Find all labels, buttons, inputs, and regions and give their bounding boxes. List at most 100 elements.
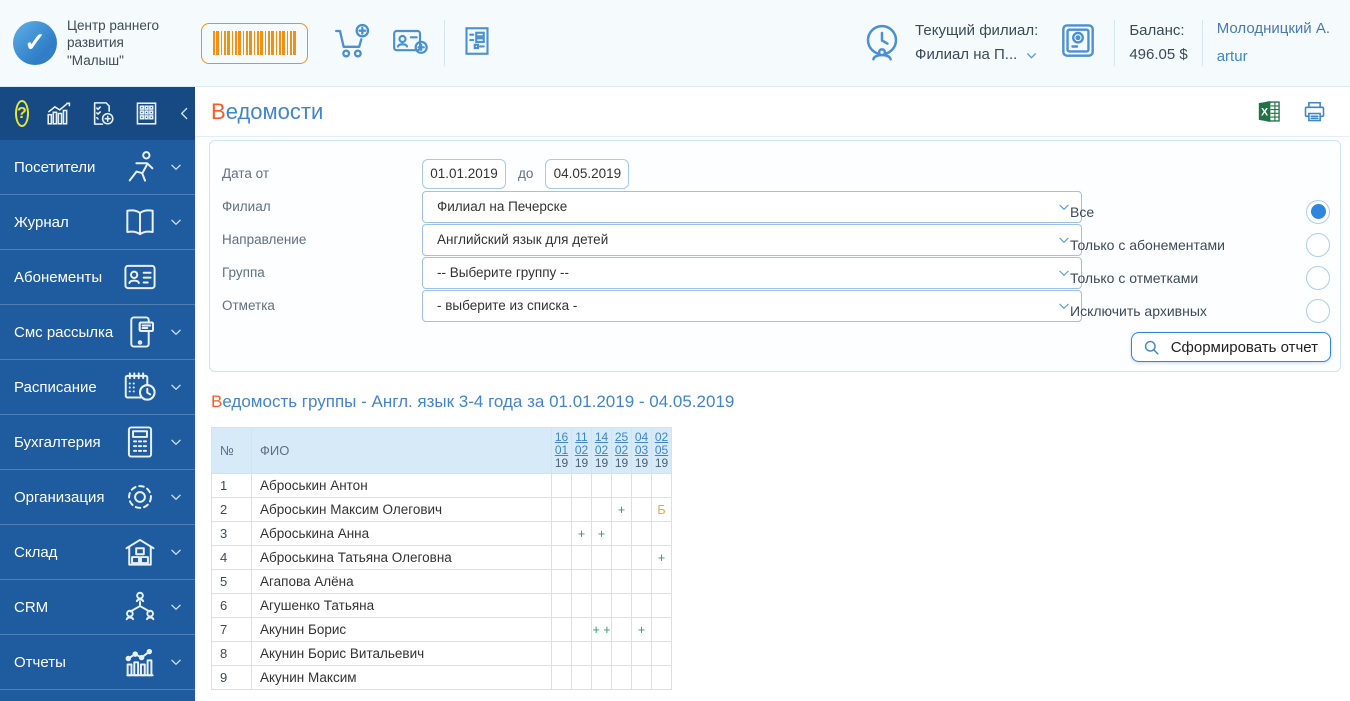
attendance-mark-cell[interactable] xyxy=(611,617,632,642)
sidebar-item-reports[interactable]: Отчеты xyxy=(0,635,195,690)
print-button[interactable] xyxy=(1301,98,1328,125)
attendance-mark-cell[interactable] xyxy=(651,569,672,594)
attendance-mark-cell[interactable] xyxy=(571,545,592,570)
group-select[interactable]: -- Выберите группу -- xyxy=(422,256,1082,289)
filter-radio-1[interactable]: Только с абонементами xyxy=(1070,228,1330,261)
company-button[interactable] xyxy=(132,99,161,128)
gear-icon xyxy=(119,478,161,516)
direction-select[interactable]: Английский язык для детей xyxy=(422,223,1082,256)
attendance-mark-cell[interactable] xyxy=(551,497,572,522)
sidebar-item-visitors[interactable]: Посетители xyxy=(0,140,195,195)
attendance-mark-cell[interactable] xyxy=(611,641,632,666)
attendance-mark-cell[interactable] xyxy=(571,665,592,690)
date-to-input[interactable] xyxy=(545,158,630,189)
attendance-mark-cell[interactable] xyxy=(571,641,592,666)
barcode-button[interactable] xyxy=(201,22,308,64)
generate-report-button[interactable]: Сформировать отчет xyxy=(1130,332,1331,362)
sidebar-item-journal[interactable]: Журнал xyxy=(0,195,195,250)
attendance-mark-cell[interactable] xyxy=(611,593,632,618)
attendance-mark-cell[interactable] xyxy=(571,593,592,618)
attendance-mark-cell[interactable] xyxy=(651,473,672,498)
attendance-mark-cell[interactable] xyxy=(591,593,612,618)
attendance-mark-cell[interactable] xyxy=(631,521,652,546)
export-excel-button[interactable]: X xyxy=(1256,98,1283,125)
attendance-mark-cell[interactable] xyxy=(631,497,652,522)
radio-unselected-icon[interactable] xyxy=(1306,265,1330,290)
attendance-mark-cell[interactable]: + xyxy=(631,617,652,642)
filter-radio-0[interactable]: Все xyxy=(1070,195,1330,228)
date-from-input[interactable] xyxy=(422,158,506,189)
attendance-mark-cell[interactable] xyxy=(631,665,652,690)
attendance-mark-cell[interactable] xyxy=(551,521,572,546)
mark-select[interactable]: - выберите из списка - xyxy=(422,289,1082,322)
attendance-mark-cell[interactable] xyxy=(571,473,592,498)
attendance-mark-cell[interactable]: Б xyxy=(651,497,672,522)
attendance-mark-cell[interactable] xyxy=(611,665,632,690)
table-row: 7 Акунин Борис + + + xyxy=(211,617,672,642)
sidebar-collapse-button[interactable] xyxy=(176,105,193,122)
attendance-mark-cell[interactable] xyxy=(571,569,592,594)
date-year: 19 xyxy=(574,456,589,470)
sidebar-item-sms[interactable]: Смс рассылка xyxy=(0,305,195,360)
form-document-button[interactable] xyxy=(459,23,495,64)
sidebar-item-schedule[interactable]: Расписание xyxy=(0,360,195,415)
attendance-mark-cell[interactable]: + + xyxy=(591,617,612,642)
attendance-mark-cell[interactable] xyxy=(651,665,672,690)
branch-select[interactable]: Филиал на Печерске xyxy=(422,190,1082,223)
attendance-mark-cell[interactable] xyxy=(631,569,652,594)
attendance-mark-cell[interactable] xyxy=(551,545,572,570)
attendance-mark-cell[interactable] xyxy=(651,593,672,618)
sidebar-item-organization[interactable]: Организация xyxy=(0,470,195,525)
sidebar-item-accounting[interactable]: Бухгалтерия xyxy=(0,415,195,470)
tasks-add-button[interactable] xyxy=(88,99,117,128)
attendance-mark-cell[interactable]: + xyxy=(571,521,592,546)
attendance-mark-cell[interactable] xyxy=(611,569,632,594)
sidebar-item-crm[interactable]: CRM xyxy=(0,580,195,635)
statistics-button[interactable] xyxy=(44,99,73,128)
attendance-mark-cell[interactable] xyxy=(651,641,672,666)
attendance-mark-cell[interactable] xyxy=(571,617,592,642)
filter-radio-2[interactable]: Только с отметками xyxy=(1070,261,1330,294)
attendance-mark-cell[interactable] xyxy=(551,569,572,594)
attendance-mark-cell[interactable]: + xyxy=(651,545,672,570)
header-divider xyxy=(444,20,445,66)
attendance-mark-cell[interactable]: + xyxy=(611,497,632,522)
attendance-mark-cell[interactable] xyxy=(611,545,632,570)
cart-add-button[interactable] xyxy=(332,21,372,66)
attendance-mark-cell[interactable] xyxy=(571,497,592,522)
current-branch-selector[interactable]: Филиал на П... xyxy=(915,43,1038,67)
client-add-button[interactable] xyxy=(390,21,430,66)
attendance-mark-cell[interactable] xyxy=(551,665,572,690)
user-menu[interactable]: Молодницкий А. artur xyxy=(1217,15,1330,72)
sidebar-item-subscriptions[interactable]: Абонементы xyxy=(0,250,195,305)
attendance-mark-cell[interactable] xyxy=(591,545,612,570)
filter-radio-3[interactable]: Исключить архивных xyxy=(1070,294,1330,327)
sidebar-item-warehouse[interactable]: Склад xyxy=(0,525,195,580)
attendance-mark-cell[interactable]: + xyxy=(591,521,612,546)
attendance-mark-cell[interactable] xyxy=(551,641,572,666)
radio-unselected-icon[interactable] xyxy=(1306,298,1330,323)
attendance-mark-cell[interactable] xyxy=(631,641,652,666)
attendance-mark-cell[interactable] xyxy=(591,665,612,690)
attendance-mark-cell[interactable] xyxy=(591,641,612,666)
radio-selected-icon[interactable] xyxy=(1306,199,1330,224)
attendance-mark-cell[interactable] xyxy=(591,473,612,498)
attendance-mark-cell[interactable] xyxy=(651,617,672,642)
radio-unselected-icon[interactable] xyxy=(1306,232,1330,257)
attendance-mark-cell[interactable] xyxy=(611,473,632,498)
attendance-mark-cell[interactable] xyxy=(631,545,652,570)
attendance-mark-cell[interactable] xyxy=(551,473,572,498)
help-button[interactable]: ? xyxy=(15,100,29,127)
attendance-mark-cell[interactable] xyxy=(591,569,612,594)
attendance-mark-cell[interactable] xyxy=(551,617,572,642)
attendance-mark-cell[interactable] xyxy=(591,497,612,522)
date-column-header: 11 02 19 xyxy=(571,427,592,474)
attendance-mark-cell[interactable] xyxy=(651,521,672,546)
calculator-icon xyxy=(119,423,161,461)
attendance-mark-cell[interactable] xyxy=(611,521,632,546)
attendance-mark-cell[interactable] xyxy=(631,473,652,498)
cashbox-button[interactable] xyxy=(1056,19,1100,68)
attendance-mark-cell[interactable] xyxy=(551,593,572,618)
calendar-clock-icon xyxy=(119,368,161,406)
attendance-mark-cell[interactable] xyxy=(631,593,652,618)
